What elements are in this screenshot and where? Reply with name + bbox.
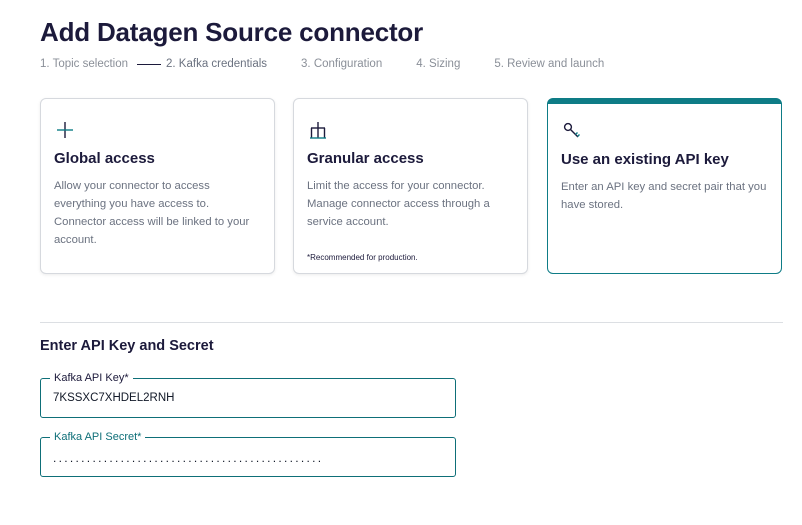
kafka-api-key-field: Kafka API Key*	[40, 371, 456, 418]
kafka-api-secret-label: Kafka API Secret*	[50, 430, 146, 444]
card-title: Granular access	[307, 150, 424, 167]
global-access-card[interactable]: Global access Allow your connector to ac…	[40, 98, 275, 274]
card-description: Allow your connector to access everythin…	[54, 180, 250, 246]
org-tree-icon	[310, 122, 326, 139]
step-review-and-launch[interactable]: 5. Review and launch	[494, 58, 604, 70]
key-icon	[563, 122, 580, 138]
card-title: Global access	[54, 150, 155, 167]
existing-api-key-card[interactable]: Use an existing API key Enter an API key…	[547, 98, 782, 274]
kafka-api-secret-input[interactable]	[53, 449, 443, 467]
active-step-indicator	[137, 63, 162, 65]
step-kafka-credentials[interactable]: 2. Kafka credentials	[166, 58, 267, 70]
card-title: Use an existing API key	[561, 151, 729, 168]
recommendation-note: *Recommended for production.	[307, 253, 418, 262]
credentials-section-title: Enter API Key and Secret	[40, 338, 214, 354]
card-description: Enter an API key and secret pair that yo…	[561, 181, 767, 211]
step-configuration[interactable]: 3. Configuration	[301, 58, 382, 70]
globe-icon	[57, 122, 73, 138]
step-sizing[interactable]: 4. Sizing	[416, 58, 460, 70]
section-divider	[40, 322, 783, 323]
kafka-api-key-input[interactable]	[53, 389, 443, 407]
page-title: Add Datagen Source connector	[40, 17, 424, 47]
card-description: Limit the access for your connector. Man…	[307, 180, 490, 228]
kafka-api-secret-field: Kafka API Secret*	[40, 430, 456, 477]
kafka-api-key-label: Kafka API Key*	[50, 371, 133, 385]
granular-access-card[interactable]: Granular access Limit the access for you…	[293, 98, 528, 274]
wizard-stepper: 1. Topic selection 2. Kafka credentials …	[40, 56, 604, 72]
step-topic-selection[interactable]: 1. Topic selection	[40, 58, 128, 70]
